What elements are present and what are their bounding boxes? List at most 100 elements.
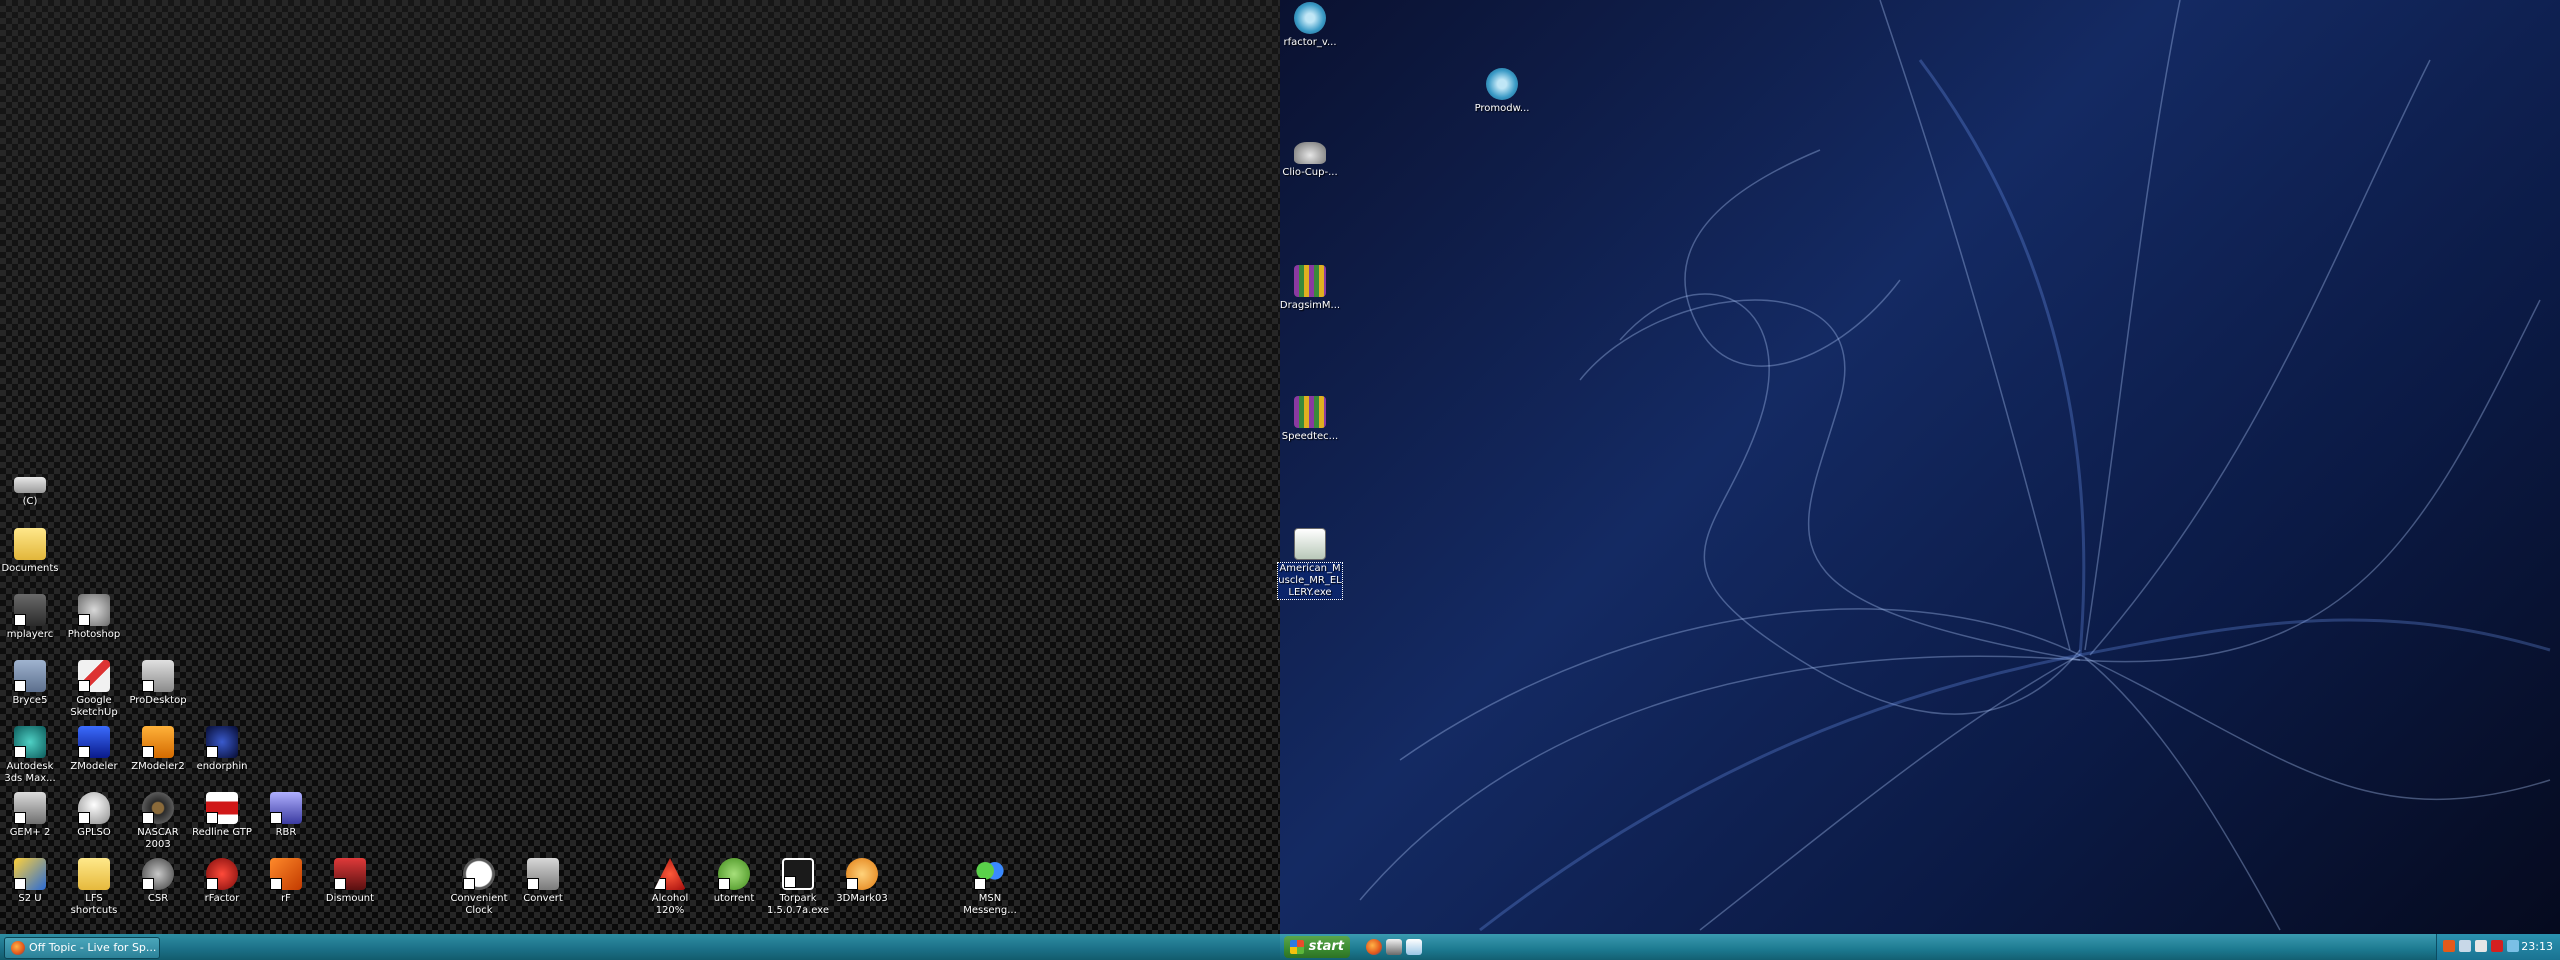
desktop-icon-label: Documents [1,563,59,574]
desktop-icon-prodesktop[interactable]: ProDesktop [126,660,190,707]
desktop-icon-dismount[interactable]: Dismount [318,858,382,905]
desktop-icon-torpark[interactable]: Torpark 1.5.0.7a.exe [766,858,830,917]
desktop-icon-label: Clio-Cup-... [1282,167,1338,178]
bryce-icon [14,660,46,692]
task-button-label: Off Topic - Live for Sp... [29,941,157,954]
desktop-icon-label: Convenient Clock [450,893,508,916]
desktop-icon-label: Alcohol 120% [651,893,689,916]
desktop-icon-msn[interactable]: MSN Messeng... [958,858,1022,917]
folder-documents-icon [14,528,46,560]
task-button-firefox[interactable]: Off Topic - Live for Sp... [4,937,160,959]
desktop-icon-3dmark[interactable]: 3DMark03 [830,858,894,905]
desktop-icon-endorphin[interactable]: endorphin [190,726,254,773]
desktop-icon-label: rF [281,893,291,904]
desktop-icon-gem2[interactable]: GEM+ 2 [0,792,62,839]
prodesktop-icon [142,660,174,692]
desktop-icon-label: MSN Messeng... [963,893,1017,916]
desktop-icon-label: ZModeler2 [131,761,185,772]
rally-car-icon [270,792,302,824]
desktop-icon-label: Promodw... [1474,103,1530,114]
desktop-icon-rfactor-v[interactable]: rfactor_v... [1278,2,1342,49]
desktop-icon-promodw[interactable]: Promodw... [1470,68,1534,115]
desktop-icon-label: Convert [523,893,563,904]
desktop-icon-label: endorphin [196,761,248,772]
3dsmax-icon [14,726,46,758]
desktop-icon-rf[interactable]: rF [254,858,318,905]
desktop-icon-photoshop[interactable]: Photoshop [62,594,126,641]
desktop-icon-label: GEM+ 2 [9,827,51,838]
desktop-icon-label: 3DMark03 [836,893,888,904]
desktop-icon-label: American_Muscle_MR_ELLERY.exe [1277,562,1343,600]
desktop-icon-label: GPLSO [77,827,111,838]
desktop-icon-nascar[interactable]: NASCAR 2003 [126,792,190,851]
desktop-icon-zmodeler2[interactable]: ZModeler2 [126,726,190,773]
desktop-icon-label: Speedtec... [1281,431,1339,442]
cd-globe-icon [1294,2,1326,34]
redline-icon [206,792,238,824]
desktop-icon-mplayerc[interactable]: mplayerc [0,594,62,641]
system-tray: 23:13 [2436,934,2560,960]
desktop-icon-clock[interactable]: Convenient Clock [447,858,511,917]
desktop-icon-lfs[interactable]: LFS shortcuts [62,858,126,917]
desktop-icon-autodesk[interactable]: Autodesk 3ds Max... [0,726,62,785]
desktop-icon-bryce5[interactable]: Bryce5 [0,660,62,707]
tire-icon [142,792,174,824]
desktop-icon-american-muscle[interactable]: American_Muscle_MR_ELLERY.exe [1277,528,1343,600]
firefox-quicklaunch-icon[interactable] [1366,939,1382,955]
desktop-icon-label: ProDesktop [129,695,187,706]
archive-icon [1294,265,1326,297]
desktop-icon-label: Torpark 1.5.0.7a.exe [766,893,830,916]
desktop-icon-label: Google SketchUp [70,695,118,718]
network-icon[interactable] [2443,940,2455,952]
desktop-icon-rbr[interactable]: RBR [254,792,318,839]
speaker-icon[interactable] [2475,940,2487,952]
desktop-icon-clio[interactable]: Clio-Cup-... [1278,134,1342,179]
desktop-icon-documents[interactable]: Documents [0,528,62,575]
windows-flag-icon [1290,940,1304,954]
desktop-icon-label: Autodesk 3ds Max... [4,761,56,784]
endorphin-icon [206,726,238,758]
desktop-icon-sketchup[interactable]: Google SketchUp [62,660,126,719]
firefox-icon [11,941,25,955]
start-button[interactable]: start [1284,936,1350,958]
desktop-icon-label: rFactor [204,893,240,904]
desktop-icon-label: utorrent [713,893,755,904]
sketchup-icon [78,660,110,692]
clock-icon [463,858,495,890]
desktop-icon-utorrent[interactable]: utorrent [702,858,766,905]
cd-globe-icon [1486,68,1518,100]
desktop-icon-dragsim[interactable]: DragsimM... [1278,265,1342,312]
helmet-quicklaunch-icon[interactable] [1386,939,1402,955]
desktop-icon-speedtec[interactable]: Speedtec... [1278,396,1342,443]
monitor-icon[interactable] [2459,940,2471,952]
desktop-icon-convert[interactable]: Convert [511,858,575,905]
desktop-icon-zmodeler[interactable]: ZModeler [62,726,126,773]
security-icon[interactable] [2491,940,2503,952]
desktop-icon-label: LFS shortcuts [70,893,118,916]
desktop-icon-gplso[interactable]: GPLSO [62,792,126,839]
clock-display[interactable]: 23:13 [2521,934,2553,960]
desktop-icon-label: Photoshop [67,629,121,640]
s2u-icon [14,858,46,890]
wallpaper-swirls [1359,0,2551,932]
desktop-icon-alcohol[interactable]: Alcohol 120% [638,858,702,917]
notepad-quicklaunch-icon[interactable] [1406,939,1422,955]
desktop-icon-rfactor[interactable]: rFactor [190,858,254,905]
taskbar: Off Topic - Live for Sp... start 23:13 [0,934,2560,960]
msn-messenger-icon [974,858,1006,890]
rfactor-icon [206,858,238,890]
desktop-icon-csr[interactable]: CSR [126,858,190,905]
installer-icon [1294,528,1326,560]
alcohol-icon [654,858,686,890]
desktop-icon-label: ZModeler [70,761,118,772]
7z-icon [782,858,814,890]
desktop-icon-label: Redline GTP [192,827,252,838]
desktop-icon-label: NASCAR 2003 [137,827,179,850]
desktop-icon-redline[interactable]: Redline GTP [190,792,254,839]
desktop-icon-s2u[interactable]: S2 U [0,858,62,905]
desktop-icon-c-drive[interactable]: (C) [0,467,62,508]
update-icon[interactable] [2507,940,2519,952]
desktop-icon-label: rfactor_v... [1283,37,1337,48]
desktop-icon-label: S2 U [18,893,42,904]
taskbar-left: Off Topic - Live for Sp... [0,934,1280,960]
